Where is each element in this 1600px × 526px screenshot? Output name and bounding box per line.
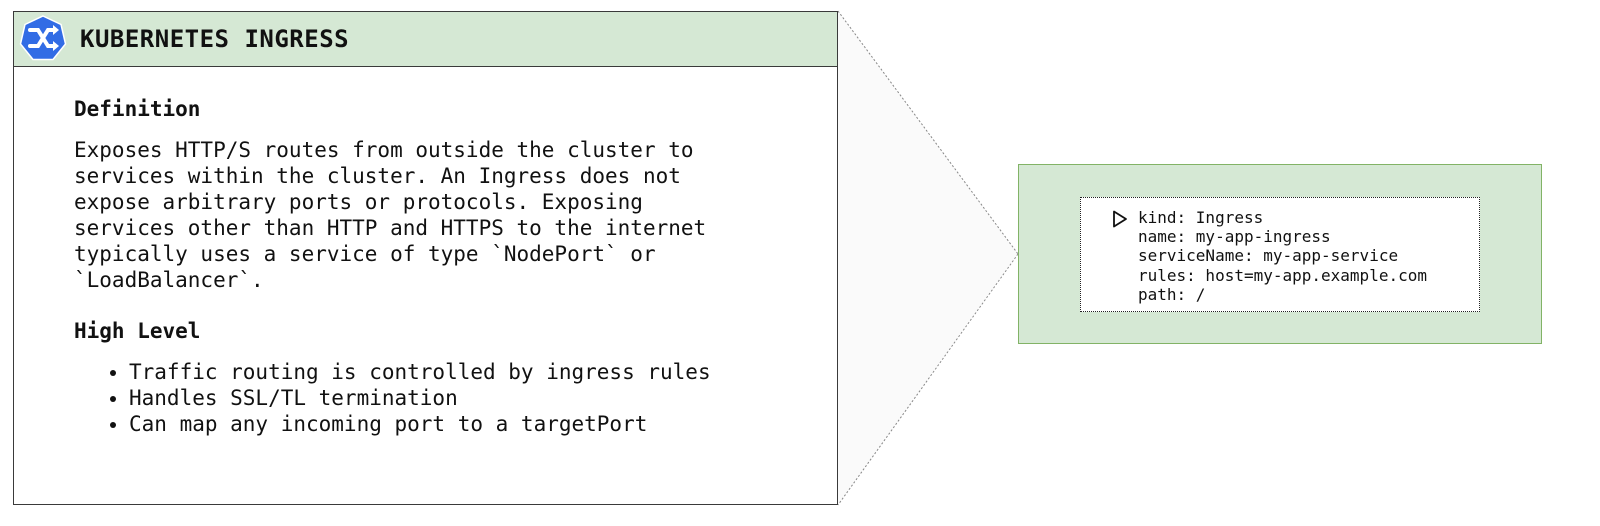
yaml-panel: kind: Ingress name: my-app-ingress servi… xyxy=(1018,164,1542,344)
list-item: Handles SSL/TL termination xyxy=(129,385,777,411)
high-level-heading: High Level xyxy=(74,319,201,343)
card-header: KUBERNETES INGRESS xyxy=(14,12,837,67)
kubernetes-shuffle-icon xyxy=(19,15,67,61)
yaml-lines: kind: Ingress name: my-app-ingress servi… xyxy=(1138,208,1427,304)
definition-heading: Definition xyxy=(74,97,201,121)
definition-text: Exposes HTTP/S routes from outside the c… xyxy=(74,138,707,292)
yaml-line: kind: Ingress xyxy=(1138,208,1264,227)
yaml-line: rules: host=my-app.example.com xyxy=(1138,265,1427,285)
card-body: Definition Exposes HTTP/S routes from ou… xyxy=(14,67,837,437)
play-icon xyxy=(1113,210,1127,228)
card-title: KUBERNETES INGRESS xyxy=(80,25,350,53)
yaml-code-block: kind: Ingress name: my-app-ingress servi… xyxy=(1080,197,1480,312)
list-item: Traffic routing is controlled by ingress… xyxy=(129,359,777,385)
ingress-card: KUBERNETES INGRESS Definition Exposes HT… xyxy=(13,11,838,505)
yaml-line: path: / xyxy=(1138,284,1206,304)
high-level-list: Traffic routing is controlled by ingress… xyxy=(74,359,777,437)
yaml-line: name: my-app-ingress xyxy=(1138,227,1331,247)
list-item: Can map any incoming port to a targetPor… xyxy=(129,411,777,437)
yaml-line: serviceName: my-app-service xyxy=(1138,246,1399,266)
